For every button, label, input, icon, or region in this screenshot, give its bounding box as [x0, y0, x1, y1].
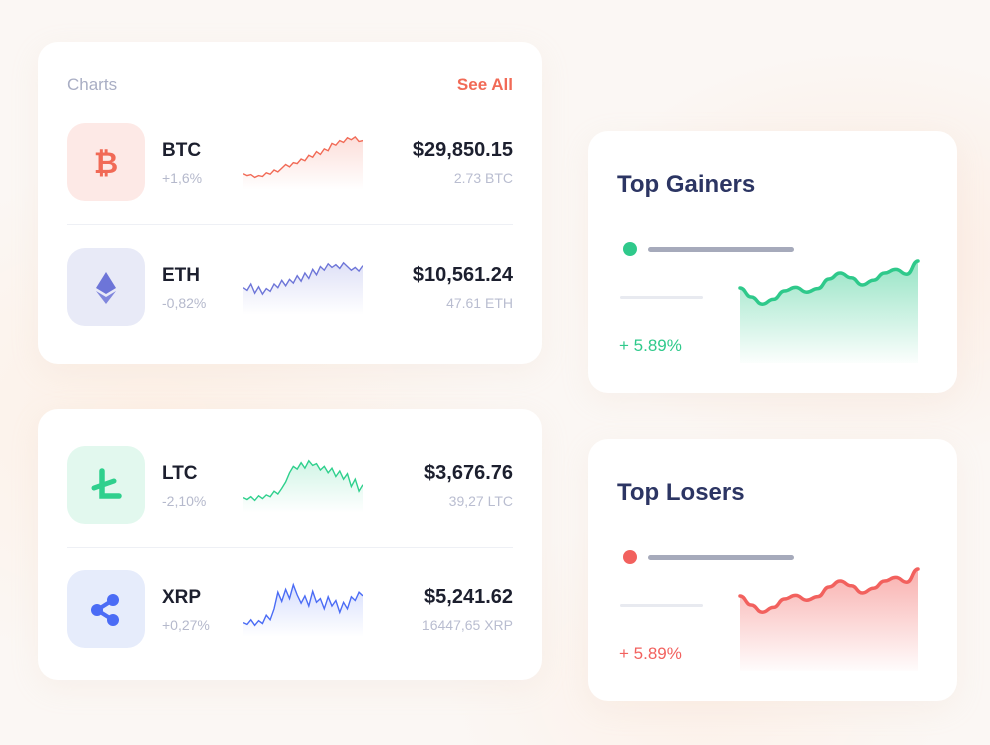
legend-dot [623, 550, 637, 564]
legend-bar-secondary [620, 296, 703, 299]
top-losers-percent: + 5.89% [619, 644, 682, 663]
charts-card-header: Charts See All [67, 75, 513, 95]
see-all-link[interactable]: See All [457, 75, 513, 95]
top-gainers-title: Top Gainers [617, 171, 756, 198]
top-losers-card[interactable]: Top Losers + 5.89% [588, 439, 957, 701]
coin-amount: 47.61 ETH [446, 295, 513, 311]
coin-change: -2,10% [162, 493, 207, 509]
legend-bar-secondary [620, 604, 703, 607]
coin-price: $29,850.15 [412, 139, 513, 161]
coin-row-btc[interactable]: ₿ BTC +1,6% $29,850.15 2.73 BTC [67, 123, 513, 201]
litecoin-icon [67, 446, 145, 524]
eth-sparkline-area [243, 262, 363, 315]
xrp-sparkline-area [243, 584, 363, 637]
coin-price: $3,676.76 [424, 462, 513, 484]
btc-sparkline [243, 135, 363, 190]
coin-row-eth[interactable]: ETH -0,82% $10,561.24 47.61 ETH [67, 248, 513, 326]
altcoins-card: LTC -2,10% $3,676.76 39,27 LTC XRP +0,27… [38, 409, 542, 680]
top-losers-title: Top Losers [617, 479, 745, 506]
row-divider [67, 547, 513, 548]
coin-row-xrp[interactable]: XRP +0,27% $5,241.62 16447,65 XRP [67, 570, 513, 648]
legend-dot [623, 242, 637, 256]
coin-change: +0,27% [162, 617, 210, 633]
coin-symbol: XRP [162, 587, 202, 608]
ripple-icon [67, 570, 145, 648]
ethereum-icon-glyph [96, 272, 116, 304]
coin-amount: 2.73 BTC [453, 170, 513, 186]
top-losers-area [740, 569, 918, 671]
top-gainers-percent: + 5.89% [619, 336, 682, 355]
xrp-sparkline [243, 582, 363, 637]
coin-price: $10,561.24 [412, 264, 513, 286]
ltc-sparkline-area [243, 460, 363, 513]
coin-symbol: ETH [162, 265, 200, 286]
bitcoin-icon-glyph: ₿ [94, 147, 118, 180]
charts-title: Charts [67, 75, 118, 94]
eth-sparkline [243, 261, 363, 315]
top-losers-chart [738, 567, 920, 671]
ripple-icon-glyph [91, 594, 119, 626]
coin-price: $5,241.62 [424, 586, 513, 608]
coin-row-ltc[interactable]: LTC -2,10% $3,676.76 39,27 LTC [67, 446, 513, 524]
coin-change: -0,82% [162, 295, 207, 311]
btc-sparkline-area [243, 136, 363, 190]
coin-amount: 16447,65 XRP [421, 617, 513, 633]
charts-card: Charts See All ₿ BTC +1,6% $29,850.15 2.… [38, 42, 542, 364]
top-gainers-card[interactable]: Top Gainers + 5.89% [588, 131, 957, 393]
coin-symbol: BTC [162, 140, 202, 161]
litecoin-icon-glyph [91, 468, 122, 499]
row-divider [67, 224, 513, 225]
coin-amount: 39,27 LTC [448, 493, 513, 509]
coin-symbol: LTC [162, 463, 198, 484]
svg-text:₿: ₿ [94, 147, 118, 180]
top-gainers-area [740, 261, 918, 363]
coin-change: +1,6% [162, 170, 203, 186]
bitcoin-icon: ₿ [67, 123, 145, 201]
ethereum-icon [67, 248, 145, 326]
top-gainers-chart [738, 259, 920, 363]
ltc-sparkline [243, 459, 363, 513]
